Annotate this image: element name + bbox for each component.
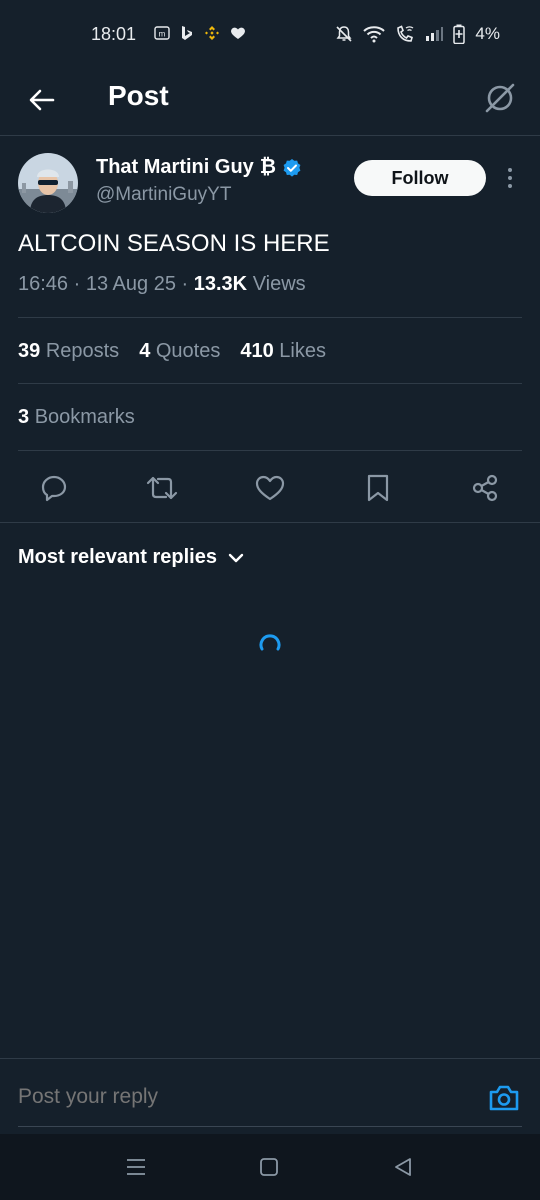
share-icon [472, 474, 498, 502]
recents-button[interactable] [121, 1154, 151, 1180]
page-title: Post [108, 80, 169, 111]
bookmarks-stat[interactable]: 3 Bookmarks [18, 406, 135, 429]
likes-stat[interactable]: 410 Likes [240, 340, 326, 363]
heart-status-icon [231, 27, 245, 39]
like-icon [255, 475, 285, 501]
more-dots-icon [508, 168, 512, 172]
recents-icon [127, 1159, 145, 1175]
views-label: Views [252, 273, 306, 295]
post-author: That Martini Guy ₿ @MartiniGuyYT Follow [0, 150, 540, 220]
arrow-left-icon [29, 89, 55, 111]
author-name[interactable]: That Martini Guy ₿ [96, 156, 302, 179]
back-nav-button[interactable] [388, 1154, 418, 1180]
replies-sort-label: Most relevant replies [18, 546, 217, 568]
views-count: 13.3K [193, 273, 248, 295]
battery-icon [453, 24, 466, 44]
reply-button[interactable] [36, 470, 72, 506]
verified-badge-icon [283, 158, 301, 177]
share-button[interactable] [467, 470, 503, 506]
avatar[interactable] [18, 153, 78, 213]
status-bar: 18:01 m 4% [0, 0, 540, 70]
like-button[interactable] [252, 470, 288, 506]
divider [0, 522, 540, 523]
wifi-icon [363, 26, 386, 43]
back-triangle-icon [395, 1158, 411, 1176]
grok-button[interactable] [478, 76, 522, 120]
quotes-stat[interactable]: 4 Quotes [139, 340, 220, 363]
bookmark-icon [367, 474, 389, 502]
repost-icon [146, 476, 178, 500]
post-actions [0, 466, 540, 510]
bitcoin-symbol: ₿ [259, 156, 277, 178]
bing-icon [182, 26, 192, 40]
follow-button[interactable]: Follow [354, 160, 486, 196]
divider [18, 317, 522, 318]
post-date: 13 Aug 25 [85, 273, 176, 295]
system-nav-bar [0, 1134, 540, 1200]
divider [18, 450, 522, 451]
post-meta: 16:46 · 13 Aug 25 · 13.3K Views [18, 273, 306, 295]
reply-composer [0, 1058, 540, 1134]
replies-sort-dropdown[interactable]: Most relevant replies [18, 546, 245, 569]
bookmark-button[interactable] [360, 470, 396, 506]
chevron-down-icon [228, 553, 244, 562]
top-app-bar: Post [0, 70, 540, 136]
grok-icon [485, 83, 515, 113]
camera-button[interactable] [486, 1081, 522, 1115]
home-button[interactable] [254, 1154, 284, 1180]
mute-icon [336, 26, 352, 42]
reply-icon [41, 475, 67, 502]
messenger-icon: m [154, 26, 170, 40]
author-handle[interactable]: @MartiniGuyYT [96, 184, 231, 206]
signal-icon [426, 27, 444, 41]
display-name-text: That Martini Guy [96, 156, 254, 178]
back-button[interactable] [20, 78, 64, 122]
camera-icon [489, 1085, 519, 1111]
post-text: ALTCOIN SEASON IS HERE [18, 230, 330, 257]
svg-text:m: m [159, 30, 166, 39]
engagement-stats: 39 Reposts 4 Quotes 410 Likes [18, 340, 326, 363]
battery-percent: 4% [475, 24, 500, 43]
more-options-button[interactable] [498, 162, 522, 194]
status-time: 18:01 [91, 24, 137, 44]
reply-input-underline [18, 1126, 522, 1127]
reposts-stat[interactable]: 39 Reposts [18, 340, 119, 363]
reply-input[interactable] [18, 1085, 418, 1109]
home-icon [260, 1158, 278, 1176]
wifi-call-icon [397, 25, 414, 42]
binance-icon [205, 26, 219, 40]
repost-button[interactable] [144, 470, 180, 506]
divider [18, 383, 522, 384]
post-time: 16:46 [18, 273, 69, 295]
loading-spinner-icon [259, 634, 281, 651]
